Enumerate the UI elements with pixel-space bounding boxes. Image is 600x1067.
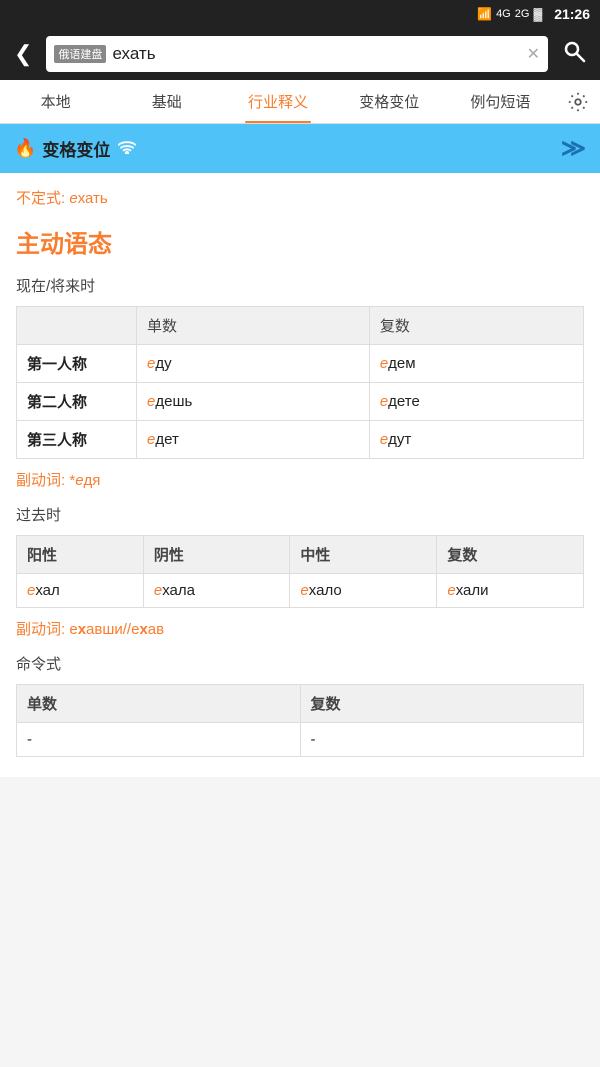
present-participle-highlight: е	[75, 472, 83, 489]
imper-plural: -	[300, 723, 584, 757]
tab-bar: 本地 基础 行业释义 变格变位 例句短语	[0, 80, 600, 124]
search-box[interactable]: 俄语建盘 ✕	[46, 36, 548, 72]
signal-4g-icon: 4G	[496, 8, 511, 20]
status-time: 21:26	[554, 6, 590, 22]
person-1: 第一人称	[17, 345, 137, 383]
past-header-masc: 阳性	[17, 536, 144, 574]
clear-search-button[interactable]: ✕	[527, 44, 540, 64]
tab-conjugation-label: 变格变位	[359, 91, 419, 112]
section-title: 变格变位	[42, 136, 110, 161]
present-header-singular: 单数	[137, 307, 370, 345]
past-fem: ехала	[143, 574, 290, 608]
tab-industry-label: 行业释义	[248, 91, 308, 112]
tab-examples[interactable]: 例句短语	[445, 80, 556, 123]
section-header[interactable]: 🔥 变格变位 ≫	[0, 124, 600, 173]
table-row: ехал ехала ехало ехали	[17, 574, 584, 608]
main-content: 不定式: ехать 主动语态 现在/将来时 单数 复数 第一人称 еду ед…	[0, 173, 600, 777]
nav-bar: ❮ 俄语建盘 ✕	[0, 28, 600, 80]
past-plur: ехали	[437, 574, 584, 608]
past-neut: ехало	[290, 574, 437, 608]
tab-examples-label: 例句短语	[470, 91, 530, 112]
singular-2: едешь	[137, 383, 370, 421]
section-header-left: 🔥 变格变位	[14, 136, 136, 161]
past-tense-label: 过去时	[16, 504, 584, 525]
present-header-plural: 复数	[369, 307, 583, 345]
search-button[interactable]	[556, 35, 592, 73]
past-header-neut: 中性	[290, 536, 437, 574]
plural-1: едем	[369, 345, 583, 383]
table-row: - -	[17, 723, 584, 757]
imper-header-plural: 复数	[300, 685, 584, 723]
table-row: 第三人称 едет едут	[17, 421, 584, 459]
tab-conjugation[interactable]: 变格变位	[334, 80, 445, 123]
plural-2: едете	[369, 383, 583, 421]
tab-basic-label: 基础	[152, 91, 182, 112]
infinitive-label: 不定式:	[16, 190, 69, 207]
signal-2g-icon: 2G	[515, 8, 530, 20]
fire-icon: 🔥	[14, 138, 36, 159]
imperative-label: 命令式	[16, 653, 584, 674]
infinitive-line: 不定式: ехать	[16, 187, 584, 208]
wifi-signal-icon: 📶	[477, 7, 492, 21]
singular-1: еду	[137, 345, 370, 383]
past-masc: ехал	[17, 574, 144, 608]
status-bar: 📶 4G 2G ▓ 21:26	[0, 0, 600, 28]
tab-industry[interactable]: 行业释义	[222, 80, 333, 123]
table-row: 第二人称 едешь едете	[17, 383, 584, 421]
present-header-empty	[17, 307, 137, 345]
status-icons: 📶 4G 2G ▓	[477, 7, 542, 21]
tab-local-label: 本地	[41, 91, 71, 112]
imperative-table: 单数 复数 - -	[16, 684, 584, 757]
dict-badge: 俄语建盘	[54, 45, 106, 63]
past-header-fem: 阴性	[143, 536, 290, 574]
wifi-icon	[118, 140, 136, 157]
tab-local[interactable]: 本地	[0, 80, 111, 123]
present-tense-label: 现在/将来时	[16, 275, 584, 296]
chevron-down-icon: ≫	[561, 134, 586, 163]
past-participle-label: 副动词:	[16, 621, 69, 638]
plural-3: едут	[369, 421, 583, 459]
back-button[interactable]: ❮	[8, 37, 38, 71]
infinitive-rest: хать	[78, 190, 108, 207]
past-tense-table: 阳性 阴性 中性 复数 ехал ехала ехало ехали	[16, 535, 584, 608]
imper-singular: -	[17, 723, 301, 757]
singular-3: едет	[137, 421, 370, 459]
voice-title: 主动语态	[16, 224, 584, 259]
infinitive-highlight: е	[69, 190, 77, 207]
past-header-plur: 复数	[437, 536, 584, 574]
present-participle: 副动词: *едя	[16, 469, 584, 490]
search-input[interactable]	[112, 44, 520, 64]
imper-header-singular: 单数	[17, 685, 301, 723]
present-participle-rest: дя	[84, 472, 101, 489]
battery-icon: ▓	[533, 7, 542, 21]
settings-button[interactable]	[556, 91, 600, 113]
present-participle-label: 副动词: *	[16, 472, 75, 489]
content-area: 🔥 变格变位 ≫ 不定式: ехать 主动语态 现在/将来时	[0, 124, 600, 797]
person-3: 第三人称	[17, 421, 137, 459]
present-tense-table: 单数 复数 第一人称 еду едем 第二人称 едешь едете 第三人…	[16, 306, 584, 459]
past-participle-value: eхавши//eхав	[69, 621, 164, 638]
tab-basic[interactable]: 基础	[111, 80, 222, 123]
past-participle: 副动词: eхавши//eхав	[16, 618, 584, 639]
table-row: 第一人称 еду едем	[17, 345, 584, 383]
person-2: 第二人称	[17, 383, 137, 421]
